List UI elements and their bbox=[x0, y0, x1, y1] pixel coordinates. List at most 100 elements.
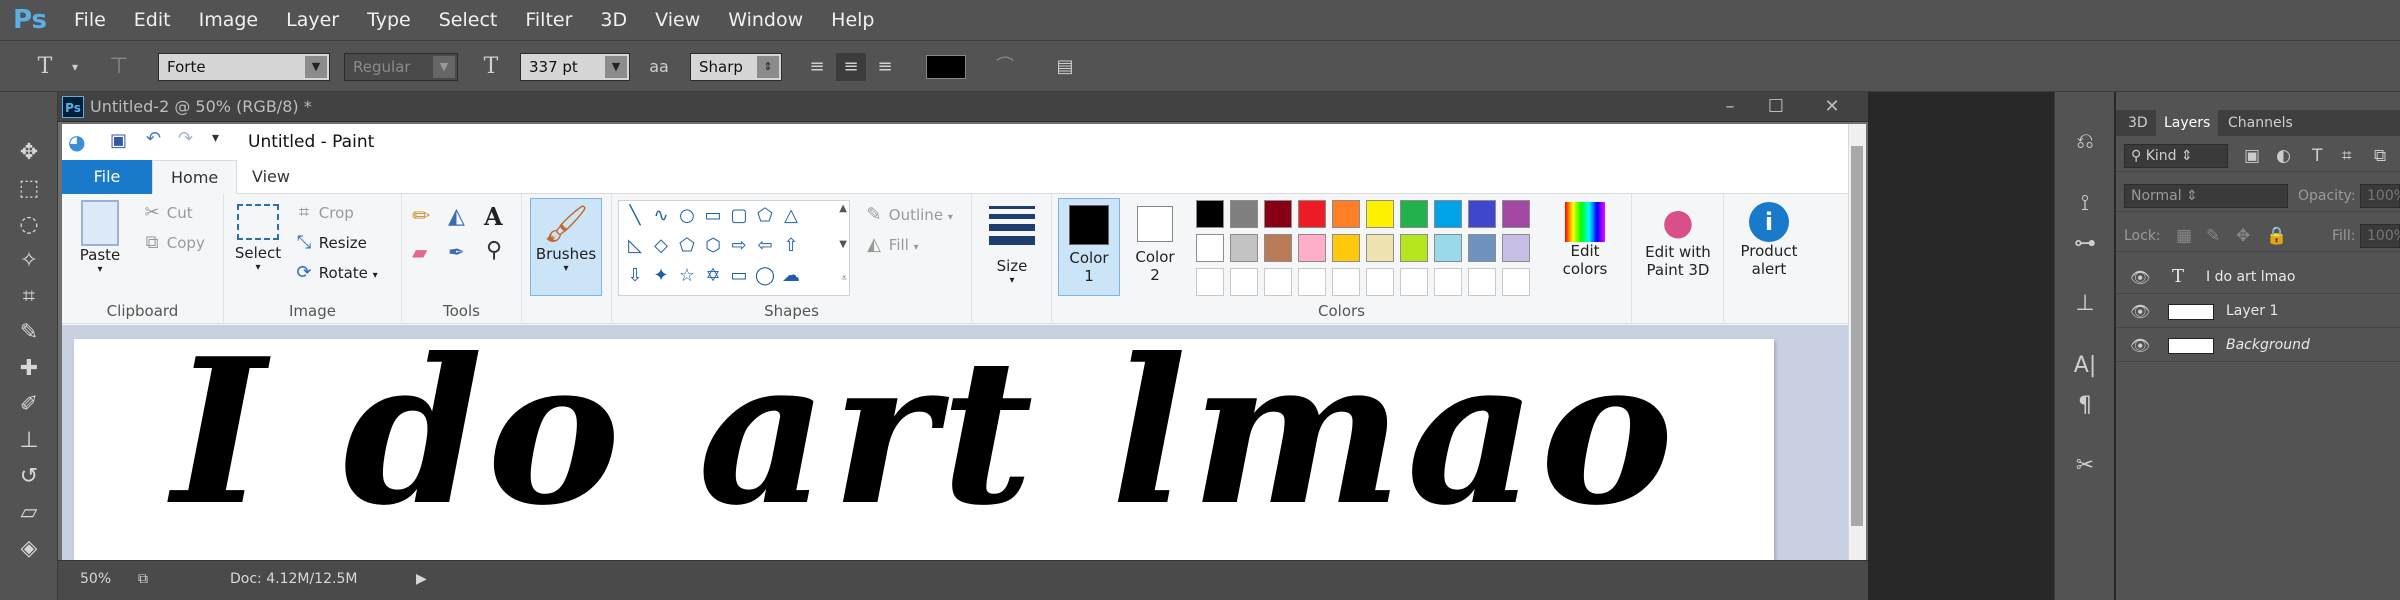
pentagon-shape-icon[interactable]: ⬠ bbox=[675, 235, 699, 256]
custom-color-slot[interactable] bbox=[1400, 268, 1428, 296]
history-brush-tool-icon[interactable]: ↺ bbox=[10, 460, 48, 494]
custom-color-slot[interactable] bbox=[1468, 268, 1496, 296]
right-triangle-shape-icon[interactable]: ◺ bbox=[623, 235, 647, 256]
diamond-shape-icon[interactable]: ◇ bbox=[649, 235, 673, 256]
marquee-tool-icon[interactable]: ⬚ bbox=[10, 172, 48, 206]
color-swatch[interactable] bbox=[1366, 200, 1394, 228]
menu-help[interactable]: Help bbox=[817, 9, 888, 31]
shape-filter-icon[interactable]: ⌗ bbox=[2342, 146, 2352, 166]
antialias-select[interactable]: Sharp ⇕ bbox=[690, 53, 782, 81]
custom-color-slot[interactable] bbox=[1434, 268, 1462, 296]
rectangle-shape-icon[interactable]: ▭ bbox=[701, 205, 725, 226]
menu-window[interactable]: Window bbox=[714, 9, 817, 31]
magnifier-icon[interactable]: ⚲ bbox=[486, 238, 502, 263]
menu-edit[interactable]: Edit bbox=[120, 9, 185, 31]
menu-layer[interactable]: Layer bbox=[272, 9, 353, 31]
color-swatch[interactable] bbox=[1196, 200, 1224, 228]
paint-canvas[interactable]: I do art lmao bbox=[74, 339, 1774, 560]
product-alert-button[interactable]: i Product alert bbox=[1728, 202, 1810, 278]
tab-file[interactable]: File bbox=[62, 160, 152, 194]
text-orientation-icon[interactable]: ⊤ bbox=[104, 53, 134, 81]
text-color-swatch[interactable] bbox=[926, 55, 966, 79]
up-arrow-shape-icon[interactable]: ⇧ bbox=[779, 235, 803, 256]
lock-position-icon[interactable]: ✥ bbox=[2236, 226, 2250, 246]
align-center-icon[interactable]: ≡ bbox=[836, 53, 866, 81]
history-panel-icon[interactable]: ⎌ bbox=[2069, 126, 2101, 158]
lock-all-icon[interactable]: 🔒 bbox=[2266, 226, 2287, 246]
custom-color-slot[interactable] bbox=[1196, 268, 1224, 296]
curve-shape-icon[interactable]: ∿ bbox=[649, 205, 673, 226]
paragraph-icon[interactable]: ¶ bbox=[2069, 390, 2101, 422]
maximize-button[interactable]: ☐ bbox=[1758, 94, 1794, 120]
color-picker-icon[interactable]: ✒ bbox=[448, 240, 465, 264]
select-button[interactable]: Select ▾ bbox=[230, 204, 286, 273]
gradient-tool-icon[interactable]: ◈ bbox=[10, 532, 48, 566]
opacity-input[interactable]: 100% bbox=[2360, 184, 2400, 208]
custom-color-slot[interactable] bbox=[1264, 268, 1292, 296]
rounded-rectangle-shape-icon[interactable]: ▢ bbox=[727, 205, 751, 226]
healing-brush-tool-icon[interactable]: ✚ bbox=[10, 352, 48, 386]
callout-oval-shape-icon[interactable]: ◯ bbox=[753, 265, 777, 286]
color-swatch[interactable] bbox=[1400, 200, 1428, 228]
six-point-star-shape-icon[interactable]: ✡ bbox=[701, 265, 725, 286]
cut-button[interactable]: ✂ Cut bbox=[142, 202, 192, 223]
font-style-select[interactable]: Regular ▼ bbox=[344, 53, 458, 81]
triangle-shape-icon[interactable]: △ bbox=[779, 205, 803, 226]
menu-file[interactable]: File bbox=[60, 9, 120, 31]
layer-row-text[interactable]: 👁 T I do art lmao bbox=[2116, 262, 2400, 294]
oval-shape-icon[interactable]: ○ bbox=[675, 205, 699, 226]
edit-colors-button[interactable]: Edit colors bbox=[1552, 202, 1618, 278]
brushes-button[interactable]: 🖌 Brushes ▾ bbox=[530, 198, 602, 296]
minimize-button[interactable]: – bbox=[1712, 94, 1748, 120]
color-swatch[interactable] bbox=[1332, 234, 1360, 262]
color-swatch[interactable] bbox=[1298, 200, 1326, 228]
custom-color-slot[interactable] bbox=[1298, 268, 1326, 296]
align-left-icon[interactable]: ≡ bbox=[802, 53, 832, 81]
kind-filter-select[interactable]: ⚲ Kind ⇕ bbox=[2124, 144, 2228, 168]
font-size-select[interactable]: 337 pt ▼ bbox=[520, 53, 630, 81]
warp-text-icon[interactable]: ⌒ bbox=[990, 53, 1020, 81]
undo-icon[interactable]: ↶ bbox=[146, 128, 161, 149]
close-button[interactable]: ✕ bbox=[1814, 94, 1850, 120]
pencil-icon[interactable]: ✏ bbox=[412, 204, 430, 229]
color1-button[interactable]: Color 1 bbox=[1058, 198, 1120, 296]
type-filter-icon[interactable]: T bbox=[2312, 146, 2322, 166]
eraser-tool-icon[interactable]: ▱ bbox=[10, 496, 48, 530]
tab-channels[interactable]: Channels bbox=[2220, 110, 2301, 136]
chevron-down-icon[interactable]: ▼ bbox=[839, 239, 847, 250]
character-panel-icon[interactable]: ▤ bbox=[1050, 53, 1080, 81]
tab-layers[interactable]: Layers bbox=[2156, 110, 2219, 136]
menu-image[interactable]: Image bbox=[185, 9, 273, 31]
hexagon-shape-icon[interactable]: ⬡ bbox=[701, 235, 725, 256]
color-swatch[interactable] bbox=[1230, 234, 1258, 262]
rotate-button[interactable]: ⟳ Rotate ▾ bbox=[294, 262, 377, 283]
fill-input[interactable]: 100% bbox=[2360, 224, 2400, 248]
redo-icon[interactable]: ↷ bbox=[178, 128, 193, 149]
pixel-filter-icon[interactable]: ▣ bbox=[2244, 146, 2260, 166]
custom-color-slot[interactable] bbox=[1230, 268, 1258, 296]
menu-select[interactable]: Select bbox=[425, 9, 512, 31]
color-swatch[interactable] bbox=[1468, 234, 1496, 262]
color-swatch[interactable] bbox=[1264, 234, 1292, 262]
scrollbar-thumb[interactable] bbox=[1851, 146, 1863, 526]
color2-button[interactable]: Color 2 bbox=[1124, 198, 1186, 296]
five-point-star-shape-icon[interactable]: ☆ bbox=[675, 265, 699, 286]
visibility-eye-icon[interactable]: 👁 bbox=[2130, 268, 2150, 287]
status-menu-arrow-icon[interactable]: ▶ bbox=[416, 571, 427, 587]
lasso-tool-icon[interactable]: ◌ bbox=[10, 208, 48, 242]
color-swatch[interactable] bbox=[1332, 200, 1360, 228]
resize-button[interactable]: ⤡ Resize bbox=[294, 232, 367, 253]
properties-icon[interactable]: ⊥ bbox=[2069, 288, 2101, 320]
color-swatch[interactable] bbox=[1196, 234, 1224, 262]
quick-access-chevron-icon[interactable]: ▾ bbox=[212, 130, 219, 146]
lock-pixels-icon[interactable]: ✎ bbox=[2206, 226, 2220, 246]
crop-tool-icon[interactable]: ⌗ bbox=[10, 280, 48, 314]
color-swatch[interactable] bbox=[1502, 200, 1530, 228]
move-tool-icon[interactable]: ✥ bbox=[10, 136, 48, 170]
polygon-shape-icon[interactable]: ⬠ bbox=[753, 205, 777, 226]
magic-wand-tool-icon[interactable]: ✧ bbox=[10, 244, 48, 278]
blend-mode-select[interactable]: Normal ⇕ bbox=[2124, 184, 2288, 208]
menu-filter[interactable]: Filter bbox=[511, 9, 586, 31]
left-arrow-shape-icon[interactable]: ⇦ bbox=[753, 235, 777, 256]
custom-color-slot[interactable] bbox=[1366, 268, 1394, 296]
